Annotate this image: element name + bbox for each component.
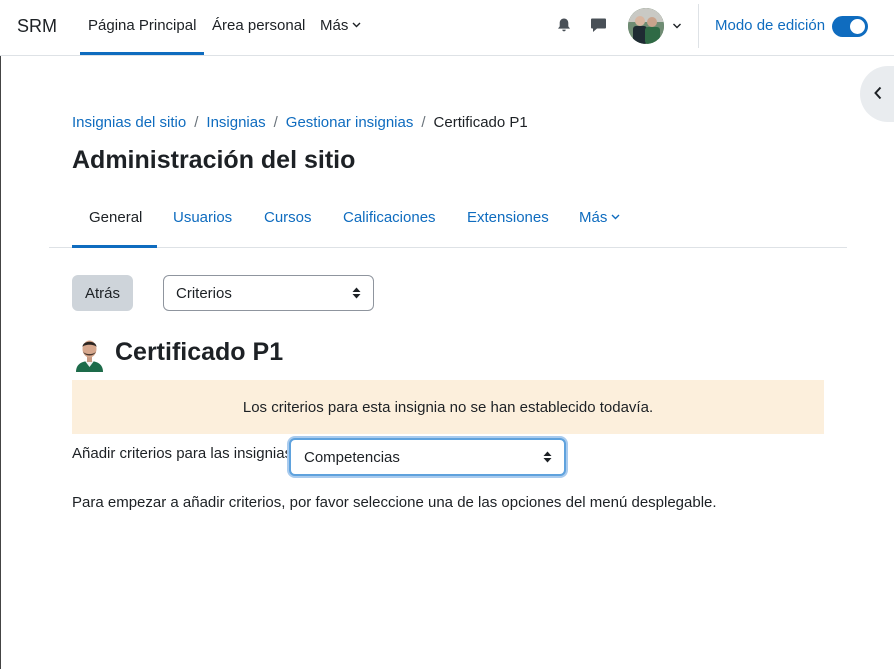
breadcrumb-current: Certificado P1 xyxy=(433,114,528,131)
breadcrumb-manage-badges[interactable]: Gestionar insignias xyxy=(286,114,414,131)
message-icon[interactable] xyxy=(590,17,607,33)
badge-image xyxy=(72,336,107,372)
site-brand[interactable]: SRM xyxy=(17,16,57,37)
tab-users[interactable]: Usuarios xyxy=(173,209,232,226)
breadcrumb: Insignias del sitio / Insignias / Gestionar … xyxy=(72,114,528,131)
tab-more-label: Más xyxy=(579,209,608,226)
top-navbar: SRM Página Principal Área personal Más M… xyxy=(0,0,894,56)
badge-action-select[interactable]: Criterios xyxy=(163,275,374,311)
nav-item-dashboard[interactable]: Área personal xyxy=(212,17,305,34)
edit-mode-label[interactable]: Modo de edición xyxy=(715,17,825,34)
navbar-divider xyxy=(698,4,699,48)
nav-more-label: Más xyxy=(320,17,349,34)
add-criteria-label: Añadir criterios para las insignias xyxy=(72,445,293,462)
breadcrumb-separator: / xyxy=(194,114,199,131)
alert-text: Los criterios para esta insignia no se h… xyxy=(242,398,654,416)
toggle-knob xyxy=(850,19,865,34)
badge-title: Certificado P1 xyxy=(115,338,284,366)
criteria-type-select[interactable]: Competencias xyxy=(289,438,566,476)
nav-item-home[interactable]: Página Principal xyxy=(88,17,196,34)
chevron-left-icon[interactable] xyxy=(873,86,883,100)
select-arrows-icon xyxy=(543,451,552,463)
criteria-alert: Los criterios para esta insignia no se h… xyxy=(72,380,824,434)
back-button[interactable]: Atrás xyxy=(72,275,133,311)
breadcrumb-separator: / xyxy=(273,114,278,131)
user-avatar[interactable] xyxy=(628,8,664,44)
tab-grades[interactable]: Calificaciones xyxy=(343,209,436,226)
breadcrumb-site-badges[interactable]: Insignias del sitio xyxy=(72,114,186,131)
nav-active-indicator xyxy=(80,52,204,55)
bell-icon[interactable] xyxy=(556,17,572,33)
tab-more[interactable]: Más xyxy=(579,209,620,226)
tab-courses[interactable]: Cursos xyxy=(264,209,312,226)
edit-mode-toggle[interactable] xyxy=(832,16,868,37)
chevron-down-icon xyxy=(611,214,620,220)
help-text: Para empezar a añadir criterios, por fav… xyxy=(72,494,717,511)
secondary-navigation: General Usuarios Cursos Calificaciones E… xyxy=(49,190,847,248)
chevron-down-icon[interactable] xyxy=(672,21,682,31)
badge-action-select-value: Criterios xyxy=(176,284,232,302)
chevron-down-icon xyxy=(352,22,361,28)
tab-extensions[interactable]: Extensiones xyxy=(467,209,549,226)
breadcrumb-separator: / xyxy=(421,114,426,131)
tab-active-indicator xyxy=(72,245,157,248)
tab-general[interactable]: General xyxy=(89,209,142,226)
page-left-border xyxy=(0,56,1,669)
breadcrumb-badges[interactable]: Insignias xyxy=(206,114,265,131)
avatar-image xyxy=(628,8,664,44)
criteria-type-select-value: Competencias xyxy=(304,448,400,466)
page-title: Administración del sitio xyxy=(72,146,356,174)
select-arrows-icon xyxy=(352,287,361,299)
nav-item-more[interactable]: Más xyxy=(320,17,361,34)
